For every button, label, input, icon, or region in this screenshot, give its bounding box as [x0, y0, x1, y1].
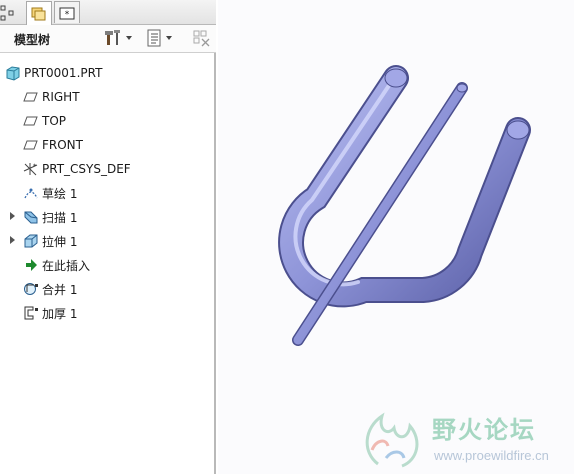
expand-extrude-icon[interactable] [10, 236, 15, 244]
model-tree-panel: * 模型树 PRT0001.PRT RIGHT TOP FRONT * PRT_… [0, 0, 216, 474]
rod-end [456, 83, 468, 93]
part-model-render[interactable] [218, 0, 574, 474]
panel-toolbar: 模型树 [0, 25, 216, 53]
tree-item-extrude[interactable]: 拉伸 1 [23, 231, 77, 251]
tree-item-label: TOP [42, 114, 67, 128]
watermark: 野火论坛 www.proewildfire.cn [358, 404, 574, 474]
tree-item-label: 加厚 1 [42, 306, 78, 321]
folders-icon [31, 7, 46, 20]
tree-root-part[interactable]: PRT0001.PRT [5, 63, 102, 83]
insert-here-arrow-icon [26, 259, 37, 271]
chevron-down-icon [166, 36, 172, 40]
tree-item-insert-here[interactable]: 在此插入 [23, 255, 90, 275]
star-layer-icon: * [59, 7, 75, 20]
tree-structure-icon[interactable] [0, 4, 22, 22]
tree-item-label: RIGHT [42, 90, 80, 104]
tree-item-front[interactable]: FRONT [23, 135, 83, 155]
tree-item-csys[interactable]: * PRT_CSYS_DEF [23, 159, 131, 179]
svg-text:*: * [33, 163, 36, 170]
sketch-icon [24, 188, 38, 199]
watermark-title: 野火论坛 [432, 416, 536, 444]
filter-button[interactable] [193, 28, 211, 48]
model-tree-tab[interactable] [26, 1, 52, 25]
flame-logo-icon [365, 412, 419, 468]
datum-plane-icon [23, 92, 38, 102]
show-options-button[interactable] [146, 28, 172, 48]
tree-item-label: PRT0001.PRT [24, 66, 103, 80]
tree-item-sweep[interactable]: 扫描 1 [23, 207, 77, 227]
merge-icon [24, 283, 38, 295]
part-icon [6, 66, 20, 81]
layer-tab[interactable]: * [54, 1, 80, 23]
right-tube-end [506, 120, 530, 140]
datum-plane-icon [23, 116, 38, 126]
thicken-icon [24, 306, 38, 320]
expand-sweep-icon[interactable] [10, 212, 15, 220]
hammer-tools-icon [105, 30, 120, 45]
tree-item-top[interactable]: TOP [23, 111, 66, 131]
tree-item-right[interactable]: RIGHT [23, 87, 80, 107]
watermark-url: www.proewildfire.cn [434, 448, 549, 463]
tree-item-merge[interactable]: 合并 1 [23, 279, 77, 299]
svg-text:*: * [65, 10, 70, 20]
tree-item-sketch[interactable]: 草绘 1 [23, 183, 77, 203]
tree-item-label: 拉伸 1 [42, 234, 78, 249]
tree-item-label: FRONT [42, 138, 83, 152]
settings-tools-button[interactable] [104, 28, 132, 48]
extrude-icon [24, 234, 38, 248]
panel-title: 模型树 [14, 33, 51, 47]
tree-item-label: 在此插入 [42, 258, 91, 273]
tree-item-thicken[interactable]: 加厚 1 [23, 303, 77, 323]
tree-item-label: 扫描 1 [42, 210, 78, 225]
left-tube-end [384, 68, 408, 88]
tree-item-label: PRT_CSYS_DEF [42, 162, 131, 176]
graphics-window[interactable]: 野火论坛 www.proewildfire.cn [218, 0, 574, 474]
datum-plane-icon [23, 140, 38, 150]
grid-filter-icon [193, 30, 210, 47]
chevron-down-icon [126, 36, 132, 40]
list-document-icon [147, 29, 161, 47]
coordinate-system-icon: * [23, 163, 38, 176]
tree-item-label: 草绘 1 [42, 186, 78, 201]
panel-tab-bar: * [0, 0, 216, 25]
tree-item-label: 合并 1 [42, 282, 78, 297]
sweep-icon [24, 211, 38, 224]
